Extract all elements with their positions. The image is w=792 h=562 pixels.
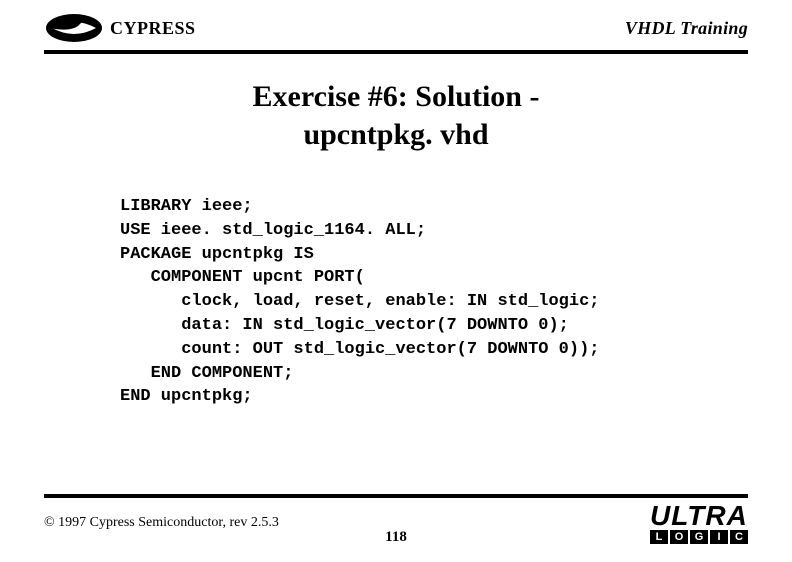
slide-title-line1: Exercise #6: Solution - [0,78,792,116]
ultra-sub-letter: G [690,530,708,544]
header: CYPRESS VHDL Training [0,0,792,46]
ultra-sub-letter: C [730,530,748,544]
code-line: COMPONENT upcnt PORT( [120,268,365,287]
ultra-sub-logic: L O G I C [650,530,748,544]
page-number: 118 [385,529,407,546]
footer: © 1997 Cypress Semiconductor, rev 2.5.3 … [0,503,792,544]
vhdl-code: LIBRARY ieee; USE ieee. std_logic_1164. … [120,195,792,409]
header-subject: VHDL Training [625,18,748,39]
ultra-sub-letter: I [710,530,728,544]
footer-divider [44,494,748,498]
code-line: data: IN std_logic_vector(7 DOWNTO 0); [120,316,569,335]
code-line: END upcntpkg; [120,387,253,406]
slide-title: Exercise #6: Solution - upcntpkg. vhd [0,78,792,153]
cypress-logo: CYPRESS [44,10,196,46]
code-line: USE ieee. std_logic_1164. ALL; [120,221,426,240]
cypress-logo-mark [44,10,104,46]
code-line: PACKAGE upcntpkg IS [120,245,314,264]
header-divider [44,50,748,54]
copyright-text: © 1997 Cypress Semiconductor, rev 2.5.3 [44,515,279,531]
ultra-word: ULTRA [650,503,748,528]
code-line: count: OUT std_logic_vector(7 DOWNTO 0))… [120,340,599,359]
slide-title-line2: upcntpkg. vhd [0,116,792,154]
code-line: LIBRARY ieee; [120,197,253,216]
code-line: clock, load, reset, enable: IN std_logic… [120,292,599,311]
ultra-logic-logo: ULTRA L O G I C [650,503,748,544]
cypress-logo-text: CYPRESS [110,18,196,39]
ultra-sub-letter: O [670,530,688,544]
code-line: END COMPONENT; [120,364,293,383]
ultra-sub-letter: L [650,530,668,544]
